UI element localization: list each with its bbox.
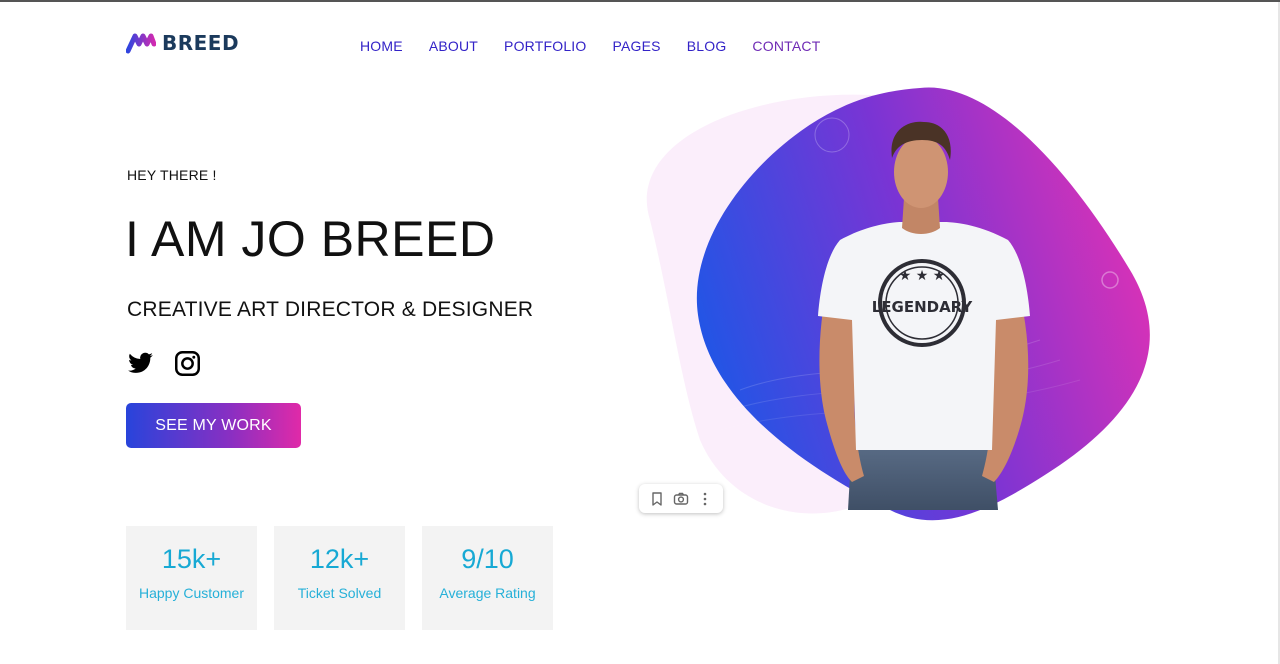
stat-label: Average Rating: [439, 585, 536, 601]
nav-home[interactable]: HOME: [360, 38, 403, 54]
brand-logo[interactable]: BREED: [126, 31, 239, 55]
m-wave-logo-icon: [126, 33, 156, 54]
stat-card: 9/10 Average Rating: [422, 526, 553, 630]
camera-icon[interactable]: [673, 491, 689, 507]
more-vertical-icon[interactable]: [697, 491, 713, 507]
window-top-border: [0, 0, 1280, 2]
nav-blog[interactable]: BLOG: [687, 38, 727, 54]
stat-value: 12k+: [309, 544, 370, 574]
hero-eyebrow: HEY THERE !: [127, 167, 217, 183]
hero-subtitle: CREATIVE ART DIRECTOR & DESIGNER: [127, 298, 534, 321]
bookmark-icon[interactable]: [649, 491, 665, 507]
main-nav: HOME ABOUT PORTFOLIO PAGES BLOG CONTACT: [360, 38, 846, 54]
hero-image: LEGENDARY ★ ★ ★: [620, 80, 1165, 530]
nav-contact[interactable]: CONTACT: [752, 38, 820, 54]
nav-pages[interactable]: PAGES: [613, 38, 661, 54]
stat-card: 12k+ Ticket Solved: [274, 526, 405, 630]
svg-text:★ ★ ★: ★ ★ ★: [899, 268, 946, 284]
stat-value: 9/10: [461, 544, 514, 574]
twitter-icon[interactable]: [127, 350, 154, 377]
stat-label: Happy Customer: [138, 585, 245, 601]
see-my-work-button[interactable]: SEE MY WORK: [126, 403, 301, 448]
nav-portfolio[interactable]: PORTFOLIO: [504, 38, 586, 54]
stats-section: 15k+ Happy Customer 12k+ Ticket Solved 9…: [126, 526, 553, 630]
instagram-icon[interactable]: [174, 350, 201, 377]
image-toolbar: [639, 484, 723, 513]
nav-about[interactable]: ABOUT: [429, 38, 478, 54]
stat-card: 15k+ Happy Customer: [126, 526, 257, 630]
brand-name: BREED: [162, 31, 240, 55]
stat-value: 15k+: [161, 544, 222, 574]
shirt-text: LEGENDARY: [872, 298, 974, 316]
social-links: [127, 350, 201, 377]
hero-title: I AM JO BREED: [125, 211, 496, 267]
stat-label: Ticket Solved: [297, 585, 382, 601]
